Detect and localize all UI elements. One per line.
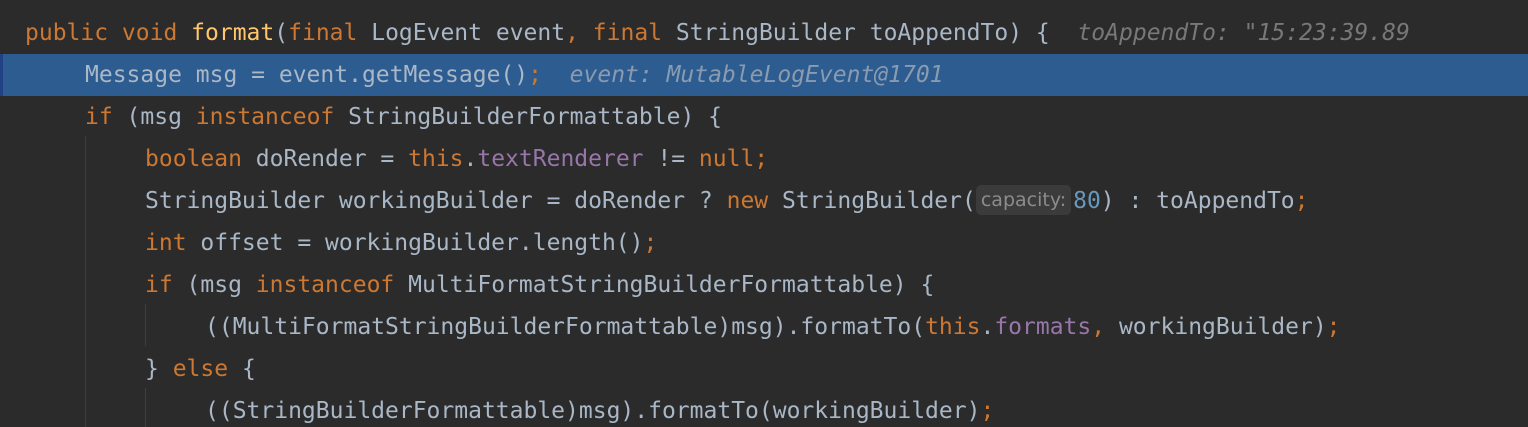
keyword-token: public void [25,20,192,46]
code-text-token: LogEvent event [371,20,566,46]
keyword-token: instanceof [255,272,409,298]
code-content: if (msg instanceof StringBuilderFormatta… [85,96,722,138]
code-line[interactable]: int offset = workingBuilder.length(); [0,222,1528,264]
inline-debug-value-hint: event: MutableLogEvent@1701 [569,62,944,88]
code-content: public void format(final LogEvent event,… [25,12,1410,54]
inline-debug-value-hint: toAppendTo: "15:23:39.89 [1077,20,1410,46]
keyword-token: ; [643,230,658,256]
code-content: Message msg = event.getMessage(); event:… [85,54,944,96]
code-line-current-execution[interactable]: Message msg = event.getMessage(); event:… [0,54,1528,96]
code-text-token: . [463,146,478,172]
keyword-token: else [172,356,242,382]
keyword-token: , final [565,20,676,46]
code-text-token: StringBuilder workingBuilder = doRender … [145,188,727,214]
code-content: int offset = workingBuilder.length(); [145,222,657,264]
keyword-token: this [408,146,464,172]
keyword-token: final [288,20,372,46]
code-content: boolean doRender = this.textRenderer != … [145,138,768,180]
code-text-token: workingBuilder) [1118,314,1327,340]
code-text-token: StringBuilder toAppendTo) { [675,20,1078,46]
keyword-token: instanceof [195,104,349,130]
field-token: textRenderer [477,146,644,172]
code-text-token: Message msg = event.getMessage() [85,62,529,88]
code-line[interactable]: boolean doRender = this.textRenderer != … [0,138,1528,180]
code-text-token: (msg [126,104,196,130]
code-line[interactable]: StringBuilder workingBuilder = doRender … [0,180,1528,222]
code-line[interactable]: if (msg instanceof StringBuilderFormatta… [0,96,1528,138]
keyword-token: new [726,188,782,214]
code-text-token: doRender = [255,146,409,172]
code-line[interactable]: ((MultiFormatStringBuilderFormattable)ms… [0,306,1528,348]
code-content: StringBuilder workingBuilder = doRender … [145,180,1309,222]
keyword-token: ; [1294,188,1309,214]
keyword-token: null; [698,146,769,172]
code-text-token: != [643,146,699,172]
code-text-token: offset = workingBuilder.length() [200,230,644,256]
code-content: if (msg instanceof MultiFormatStringBuil… [145,264,934,306]
keyword-token: if [145,272,187,298]
keyword-token: this [925,314,981,340]
keyword-token: int [145,230,201,256]
code-content: ((StringBuilderFormattable)msg).formatTo… [205,390,994,427]
keyword-token: boolean [145,146,256,172]
parameter-name-hint: capacity: [975,184,1072,215]
code-text-token: StringBuilder( [781,188,976,214]
execution-point-marker [0,54,3,96]
keyword-token: ; [528,62,570,88]
keyword-token: if [85,104,127,130]
code-content: ((MultiFormatStringBuilderFormattable)ms… [205,306,1341,348]
code-text-token: MultiFormatStringBuilderFormattable) { [408,272,935,298]
method-name-token: format [191,20,275,46]
code-text-token: (msg [186,272,256,298]
code-line[interactable]: public void format(final LogEvent event,… [0,12,1528,54]
keyword-token: ; [980,398,995,424]
code-text-token: StringBuilderFormattable) { [348,104,722,130]
code-text-token: } [145,356,173,382]
code-text-token: ) : toAppendTo [1100,188,1295,214]
code-line[interactable]: ((StringBuilderFormattable)msg).formatTo… [0,390,1528,427]
code-text-token: { [241,356,256,382]
code-line[interactable]: if (msg instanceof MultiFormatStringBuil… [0,264,1528,306]
code-editor[interactable]: public void format(final LogEvent event,… [0,0,1528,427]
code-text-token: ((StringBuilderFormattable)msg).formatTo… [205,398,981,424]
keyword-token: , [1091,314,1119,340]
code-content: } else { [145,348,256,390]
field-token: formats [994,314,1092,340]
code-text-token: ((MultiFormatStringBuilderFormattable)ms… [205,314,926,340]
number-literal-token: 80 [1073,188,1101,214]
keyword-token: ; [1326,314,1341,340]
code-line[interactable]: } else { [0,348,1528,390]
code-text-token: . [980,314,995,340]
code-text-token: ( [274,20,289,46]
